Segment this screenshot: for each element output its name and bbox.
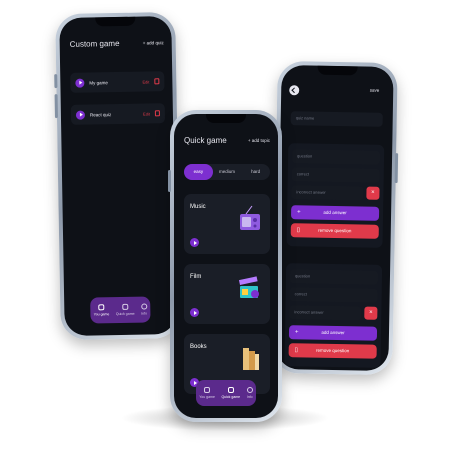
info-icon bbox=[140, 303, 148, 310]
radio-icon bbox=[240, 205, 260, 230]
incorrect-answer-input[interactable]: incorrect answer bbox=[291, 185, 364, 201]
save-button[interactable]: save bbox=[370, 88, 380, 93]
play-icon[interactable] bbox=[190, 238, 199, 247]
trash-icon: ▯ bbox=[294, 347, 299, 354]
edit-button[interactable]: Edit bbox=[143, 111, 150, 116]
question-input[interactable]: question bbox=[289, 269, 379, 285]
nav-info[interactable]: Info bbox=[246, 387, 253, 399]
nav-label: You game bbox=[93, 312, 110, 317]
power-button bbox=[394, 153, 399, 184]
incorrect-answer-input[interactable]: incorrect answer bbox=[289, 305, 362, 321]
gamepad-icon bbox=[227, 387, 234, 393]
button-label: remove question bbox=[316, 347, 350, 354]
bottom-nav: You game Quick game Info bbox=[196, 380, 256, 406]
camera-notch bbox=[95, 16, 136, 27]
phone-quiz-editor: save quiz name question correct incorrec… bbox=[272, 60, 399, 376]
topic-card-music[interactable]: Music bbox=[184, 194, 270, 254]
lock-icon bbox=[204, 387, 211, 393]
volume-button bbox=[54, 74, 58, 89]
custom-game-header: Custom game + add quiz bbox=[70, 38, 164, 49]
nav-info[interactable]: Info bbox=[140, 303, 148, 316]
volume-button bbox=[168, 170, 171, 192]
plus-icon: + bbox=[297, 209, 301, 216]
bottom-nav: You game Quick game Info bbox=[90, 296, 151, 324]
close-icon[interactable]: × bbox=[366, 186, 380, 200]
nav-label: Info bbox=[246, 395, 253, 399]
page-title: Custom game bbox=[69, 38, 120, 49]
question-block: question correct incorrect answer × + ad… bbox=[286, 143, 385, 248]
nav-label: Info bbox=[141, 311, 148, 316]
correct-answer-input[interactable]: correct bbox=[291, 167, 380, 183]
nav-label: Quick game bbox=[115, 311, 135, 317]
camera-notch bbox=[317, 65, 358, 76]
clapperboard-icon bbox=[238, 276, 259, 298]
add-quiz-button[interactable]: + add quiz bbox=[143, 40, 164, 45]
gamepad-icon bbox=[122, 303, 129, 310]
question-input[interactable]: question bbox=[291, 149, 381, 165]
tab-hard[interactable]: hard bbox=[241, 164, 270, 180]
trash-icon[interactable] bbox=[154, 110, 160, 117]
question-block: question correct incorrect answer × + ad… bbox=[284, 263, 383, 368]
page-title: Quick game bbox=[184, 136, 227, 145]
nav-label: You game bbox=[199, 395, 215, 399]
nav-label: Quick game bbox=[221, 395, 241, 399]
add-answer-button[interactable]: + add answer bbox=[288, 325, 378, 341]
difficulty-tabs: easy medium hard bbox=[184, 164, 270, 180]
quiz-name: My game bbox=[89, 79, 108, 85]
info-icon bbox=[246, 387, 253, 393]
tab-easy[interactable]: easy bbox=[184, 164, 213, 180]
edit-button[interactable]: Edit bbox=[142, 79, 149, 84]
phone-quick-game: Quick game + add topic easy medium hard … bbox=[168, 110, 282, 422]
quiz-row[interactable]: My game Edit bbox=[70, 71, 165, 93]
plus-icon: + bbox=[294, 329, 299, 336]
quick-game-screen: Quick game + add topic easy medium hard … bbox=[174, 114, 278, 418]
play-icon[interactable] bbox=[75, 78, 85, 88]
tab-medium[interactable]: medium bbox=[213, 164, 242, 180]
add-topic-button[interactable]: + add topic bbox=[248, 138, 270, 143]
nav-quick-game[interactable]: Quick game bbox=[221, 387, 240, 399]
quiz-name: React quiz bbox=[89, 111, 112, 117]
button-label: add answer bbox=[321, 329, 345, 336]
trash-icon: ▯ bbox=[296, 227, 301, 234]
topic-name: Books bbox=[190, 344, 207, 350]
remove-question-button[interactable]: ▯ remove question bbox=[290, 223, 379, 239]
volume-button bbox=[54, 94, 58, 119]
back-arrow-icon[interactable] bbox=[289, 85, 300, 96]
custom-game-screen: Custom game + add quiz My game Edit Reac… bbox=[59, 16, 177, 336]
nav-you-game[interactable]: You game bbox=[93, 304, 110, 317]
close-icon[interactable]: × bbox=[364, 306, 378, 320]
correct-answer-input[interactable]: correct bbox=[289, 287, 378, 303]
topic-name: Film bbox=[190, 274, 202, 280]
topic-card-film[interactable]: Film bbox=[184, 264, 270, 324]
quiz-row[interactable]: React quiz Edit bbox=[70, 103, 166, 125]
nav-quick-game[interactable]: Quick game bbox=[115, 303, 135, 317]
quiz-editor-screen: save quiz name question correct incorrec… bbox=[276, 65, 394, 371]
add-answer-button[interactable]: + add answer bbox=[290, 205, 380, 221]
nav-you-game[interactable]: You game bbox=[199, 387, 215, 399]
books-icon bbox=[243, 348, 259, 370]
camera-notch bbox=[206, 114, 246, 123]
play-icon[interactable] bbox=[75, 110, 86, 120]
button-label: remove question bbox=[318, 227, 352, 234]
quiz-name-input[interactable]: quiz name bbox=[290, 111, 383, 127]
lock-icon bbox=[98, 304, 105, 311]
trash-icon[interactable] bbox=[154, 78, 160, 85]
topic-name: Music bbox=[190, 204, 206, 210]
phone-custom-game: Custom game + add quiz My game Edit Reac… bbox=[54, 11, 181, 341]
button-label: add answer bbox=[323, 209, 347, 216]
quick-game-header: Quick game + add topic bbox=[184, 136, 270, 145]
play-icon[interactable] bbox=[190, 308, 199, 317]
remove-question-button[interactable]: ▯ remove question bbox=[288, 343, 377, 359]
